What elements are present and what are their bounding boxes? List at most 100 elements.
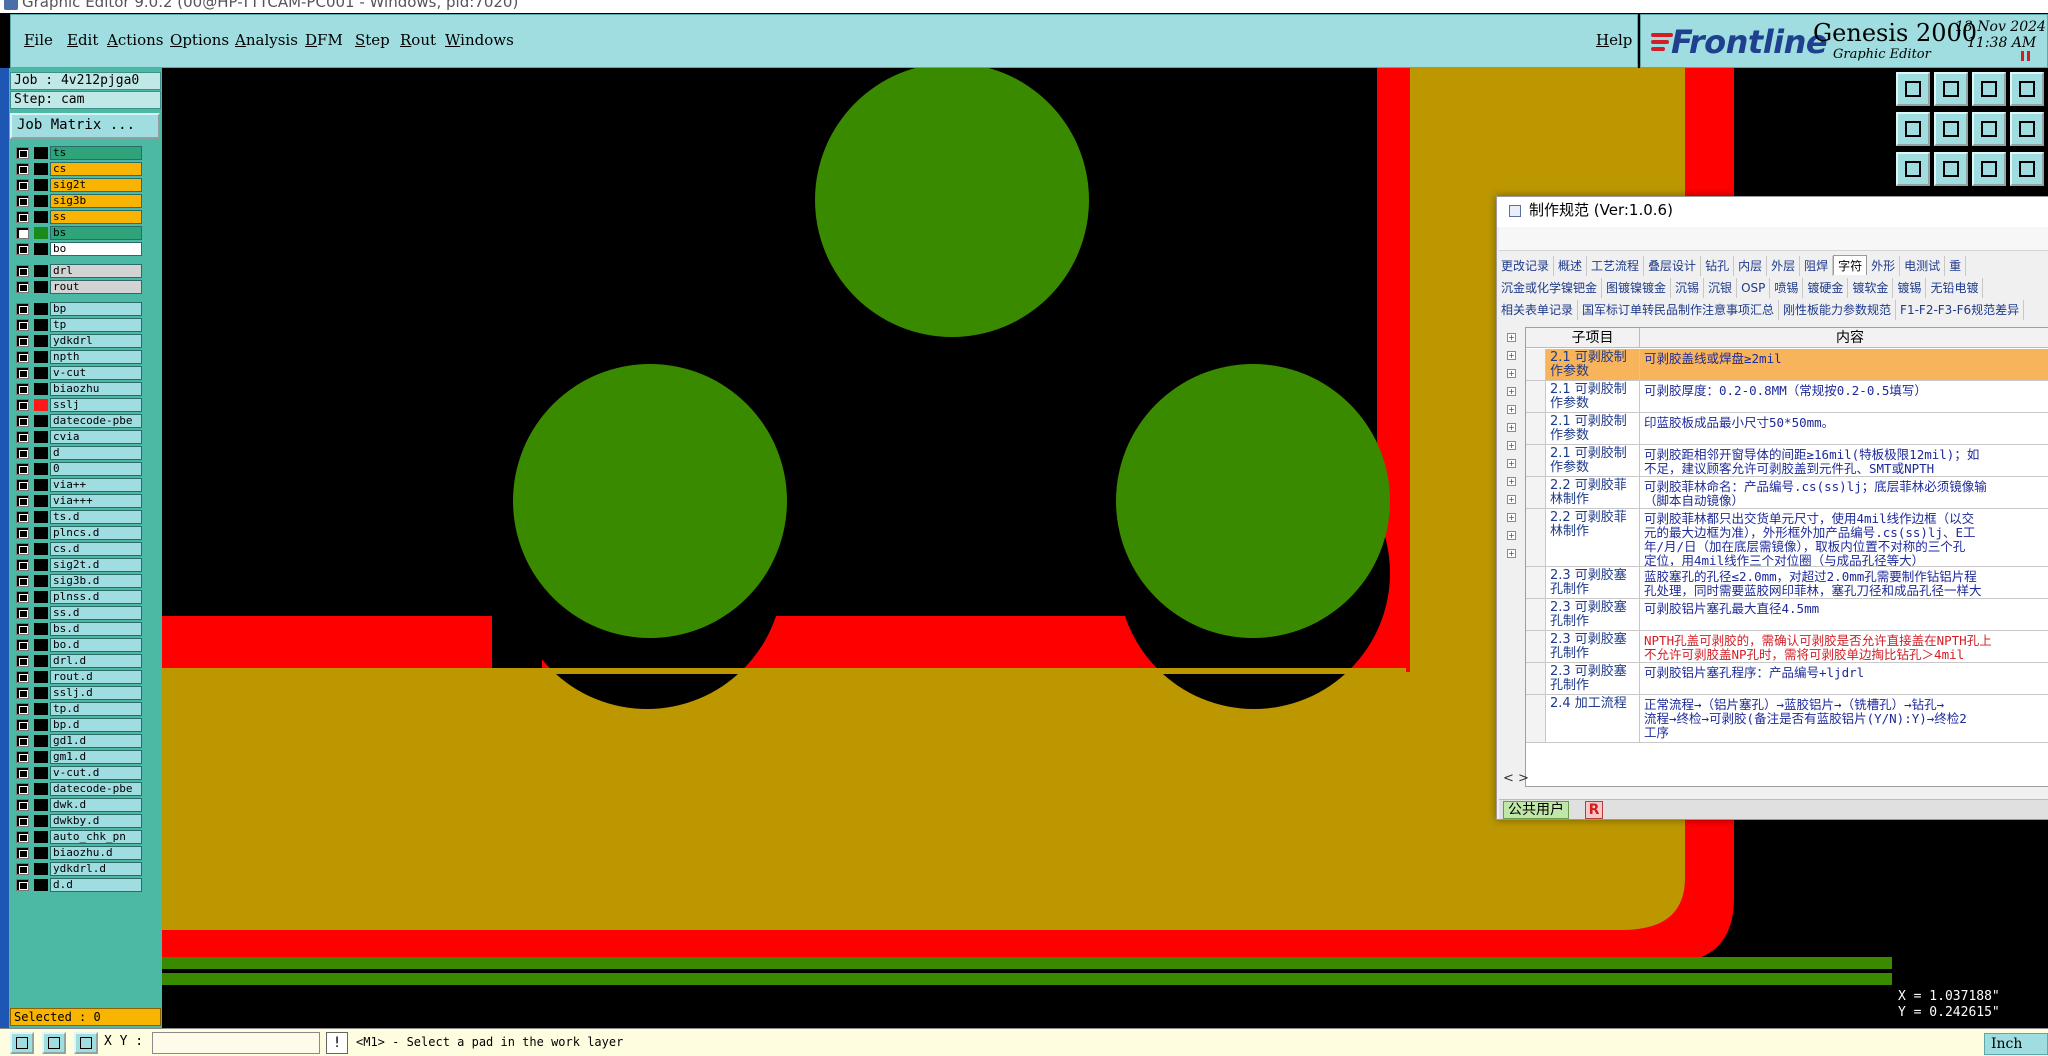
layer-row[interactable]: sslj [10,398,142,412]
layer-name[interactable]: d.d [50,878,142,892]
menu-analysis[interactable]: Analysis [235,31,298,49]
layer-checkbox[interactable] [16,575,29,587]
job-matrix-button[interactable]: Job Matrix ... [10,113,160,139]
layer-row[interactable]: datecode-pbe [10,782,142,796]
row-header[interactable] [1526,381,1546,412]
zoom-fit-icon[interactable] [1896,152,1930,186]
layer-checkbox[interactable] [16,351,29,363]
layer-row[interactable]: ss [10,210,142,224]
layer-row[interactable]: tp [10,318,142,332]
layer-name[interactable]: sslj.d [50,686,142,700]
zoom-home-icon[interactable] [1896,72,1930,106]
pan-right-icon[interactable] [1934,112,1968,146]
dialog-title-bar[interactable]: 制作规范 (Ver:1.0.6) [1497,197,2048,227]
dialog-tab[interactable]: 内层 [1734,256,1768,276]
layer-row[interactable]: biaozhu.d [10,846,142,860]
layer-checkbox[interactable] [16,623,29,635]
expand-icon[interactable]: + [1507,387,1516,396]
select-mode-icon[interactable] [10,1032,34,1054]
layer-row[interactable]: v-cut.d [10,766,142,780]
menu-step[interactable]: Step [355,31,390,49]
layer-checkbox[interactable] [16,783,29,795]
layer-checkbox[interactable] [16,559,29,571]
table-nav-arrows[interactable]: < > [1503,771,1529,786]
layer-row[interactable]: cs [10,162,142,176]
layer-checkbox[interactable] [16,431,29,443]
dialog-tab[interactable]: OSP [1737,278,1771,298]
dialog-tab[interactable]: 沉金或化学镍钯金 [1497,278,1603,298]
table-row[interactable]: 2.1 可剥胶制作参数 可剥胶距相邻开窗导体的间距≥16mil(特板极限12mil… [1526,445,2048,477]
layer-row[interactable]: gm1.d [10,750,142,764]
layer-name[interactable]: bp.d [50,718,142,732]
layer-row[interactable]: sig3b.d [10,574,142,588]
layer-name[interactable]: ts [50,146,142,160]
dialog-tab[interactable]: 字符 [1833,255,1868,275]
layer-name[interactable]: drl.d [50,654,142,668]
expand-icon[interactable]: + [1507,441,1516,450]
layer-checkbox[interactable] [16,179,29,191]
menu-rout[interactable]: Rout [400,31,436,49]
layer-checkbox[interactable] [16,495,29,507]
layer-row[interactable]: sig3b [10,194,142,208]
layer-row[interactable]: d [10,446,142,460]
dialog-tab[interactable]: 叠层设计 [1644,256,1702,276]
help-icon[interactable] [2010,152,2044,186]
layer-name[interactable]: plnss.d [50,590,142,604]
table-row[interactable]: 2.1 可剥胶制作参数 可剥胶厚度：0.2-0.8MM（常规按0.2-0.5填写） [1526,381,2048,413]
layer-row[interactable]: ts [10,146,142,160]
dialog-tab[interactable]: F1-F2-F3-F6规范差异 [1896,300,2025,320]
dialog-tab[interactable]: 沉银 [1704,278,1738,298]
table-row[interactable]: 2.1 可剥胶制作参数 可剥胶盖线或焊盘≥2mil [1526,349,2048,381]
layer-row[interactable]: d.d [10,878,142,892]
dialog-tab[interactable]: 刚性板能力参数规范 [1779,300,1897,320]
col-content-header[interactable]: 内容 [1640,328,2048,348]
expand-icon[interactable]: + [1507,477,1516,486]
menu-actions[interactable]: Actions [107,31,163,49]
menu-edit[interactable]: Edit [67,31,98,49]
layer-row[interactable]: rout [10,280,142,294]
layer-row[interactable]: v-cut [10,366,142,380]
layer-checkbox[interactable] [16,671,29,683]
scale-icon[interactable] [1972,152,2006,186]
layer-checkbox[interactable] [16,767,29,779]
refresh-button[interactable]: R [1585,801,1603,819]
layer-name[interactable]: datecode-pbe [50,414,142,428]
layer-name[interactable]: tp [50,318,142,332]
layer-checkbox[interactable] [16,863,29,875]
layer-row[interactable]: cs.d [10,542,142,556]
layer-row[interactable]: dwk.d [10,798,142,812]
layer-checkbox[interactable] [16,751,29,763]
redraw-icon[interactable] [2010,112,2044,146]
layer-name[interactable]: via++ [50,478,142,492]
layer-name[interactable]: npth [50,350,142,364]
table-row[interactable]: 2.4 加工流程 正常流程→（铝片塞孔）→蓝胶铝片→（铣槽孔）→钻孔→ 流程→终检… [1526,695,2048,743]
row-header[interactable] [1526,663,1546,694]
row-header[interactable] [1526,509,1546,566]
expand-icon[interactable]: + [1507,459,1516,468]
layer-checkbox[interactable] [16,831,29,843]
dialog-tab[interactable]: 电测试 [1900,256,1946,276]
layer-row[interactable]: gd1.d [10,734,142,748]
layer-checkbox[interactable] [16,243,29,255]
table-row[interactable]: 2.3 可剥胶塞孔制作 可剥胶铝片塞孔程序：产品编号+ljdrl [1526,663,2048,695]
layer-checkbox[interactable] [16,211,29,223]
layer-row[interactable]: dwkby.d [10,814,142,828]
layer-row[interactable]: cvia [10,430,142,444]
row-header[interactable] [1526,631,1546,662]
window-icon[interactable] [2010,72,2044,106]
layer-name[interactable]: ts.d [50,510,142,524]
layer-name[interactable]: v-cut.d [50,766,142,780]
dialog-tab[interactable]: 沉锡 [1671,278,1705,298]
layer-name[interactable]: gm1.d [50,750,142,764]
layer-name[interactable]: biaozhu.d [50,846,142,860]
layer-checkbox[interactable] [16,399,29,411]
layer-checkbox[interactable] [16,799,29,811]
layer-row[interactable]: auto_chk_pn [10,830,142,844]
dialog-tab[interactable]: 概述 [1554,256,1588,276]
layer-name[interactable]: plncs.d [50,526,142,540]
layer-name[interactable]: dwk.d [50,798,142,812]
menu-options[interactable]: Options [170,31,229,49]
layer-name[interactable]: sig2t [50,178,142,192]
layer-checkbox[interactable] [16,527,29,539]
layer-row[interactable]: 0 [10,462,142,476]
